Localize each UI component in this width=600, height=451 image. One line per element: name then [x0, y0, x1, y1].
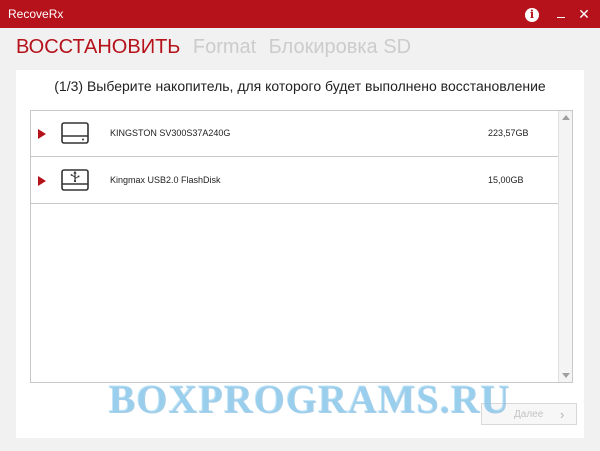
tab-sd-lock[interactable]: Блокировка SD	[269, 36, 411, 59]
scroll-up-icon[interactable]	[562, 115, 570, 120]
close-icon: ✕	[578, 6, 590, 22]
tab-format[interactable]: Format	[193, 36, 256, 59]
vertical-scrollbar[interactable]	[558, 111, 572, 382]
usb-drive-icon	[61, 169, 89, 191]
drive-row-kingston[interactable]: KINGSTON SV300S37A240G 223,57GB	[31, 111, 559, 157]
drive-size: 223,57GB	[488, 128, 529, 138]
expand-arrow-icon[interactable]	[38, 129, 46, 139]
tab-recover[interactable]: ВОССТАНОВИТЬ	[16, 36, 180, 59]
drive-size: 15,00GB	[488, 175, 524, 185]
hard-drive-icon	[61, 122, 89, 144]
info-icon: i	[525, 8, 539, 22]
expand-arrow-icon[interactable]	[38, 176, 46, 186]
info-button[interactable]: i	[522, 4, 542, 24]
drive-name: Kingmax USB2.0 FlashDisk	[110, 175, 221, 185]
window-title: RecoveRx	[8, 7, 64, 21]
next-button-label: Далее	[514, 409, 544, 420]
title-bar: RecoveRx i ✕	[0, 0, 600, 28]
step-instruction: (1/3) Выберите накопитель, для которого …	[54, 78, 546, 94]
close-button[interactable]: ✕	[574, 4, 594, 24]
scroll-down-icon[interactable]	[562, 373, 570, 378]
minimize-icon	[557, 17, 565, 18]
chevron-right-icon: ›	[560, 407, 565, 422]
drive-name: KINGSTON SV300S37A240G	[110, 128, 231, 138]
minimize-button[interactable]	[551, 4, 571, 24]
watermark: BOXPROGRAMS.RU	[108, 376, 510, 421]
mode-tabs: ВОССТАНОВИТЬ Format Блокировка SD	[16, 36, 419, 62]
drive-list: KINGSTON SV300S37A240G 223,57GB Kingmax …	[30, 110, 573, 383]
drive-row-kingmax[interactable]: Kingmax USB2.0 FlashDisk 15,00GB	[31, 158, 559, 204]
